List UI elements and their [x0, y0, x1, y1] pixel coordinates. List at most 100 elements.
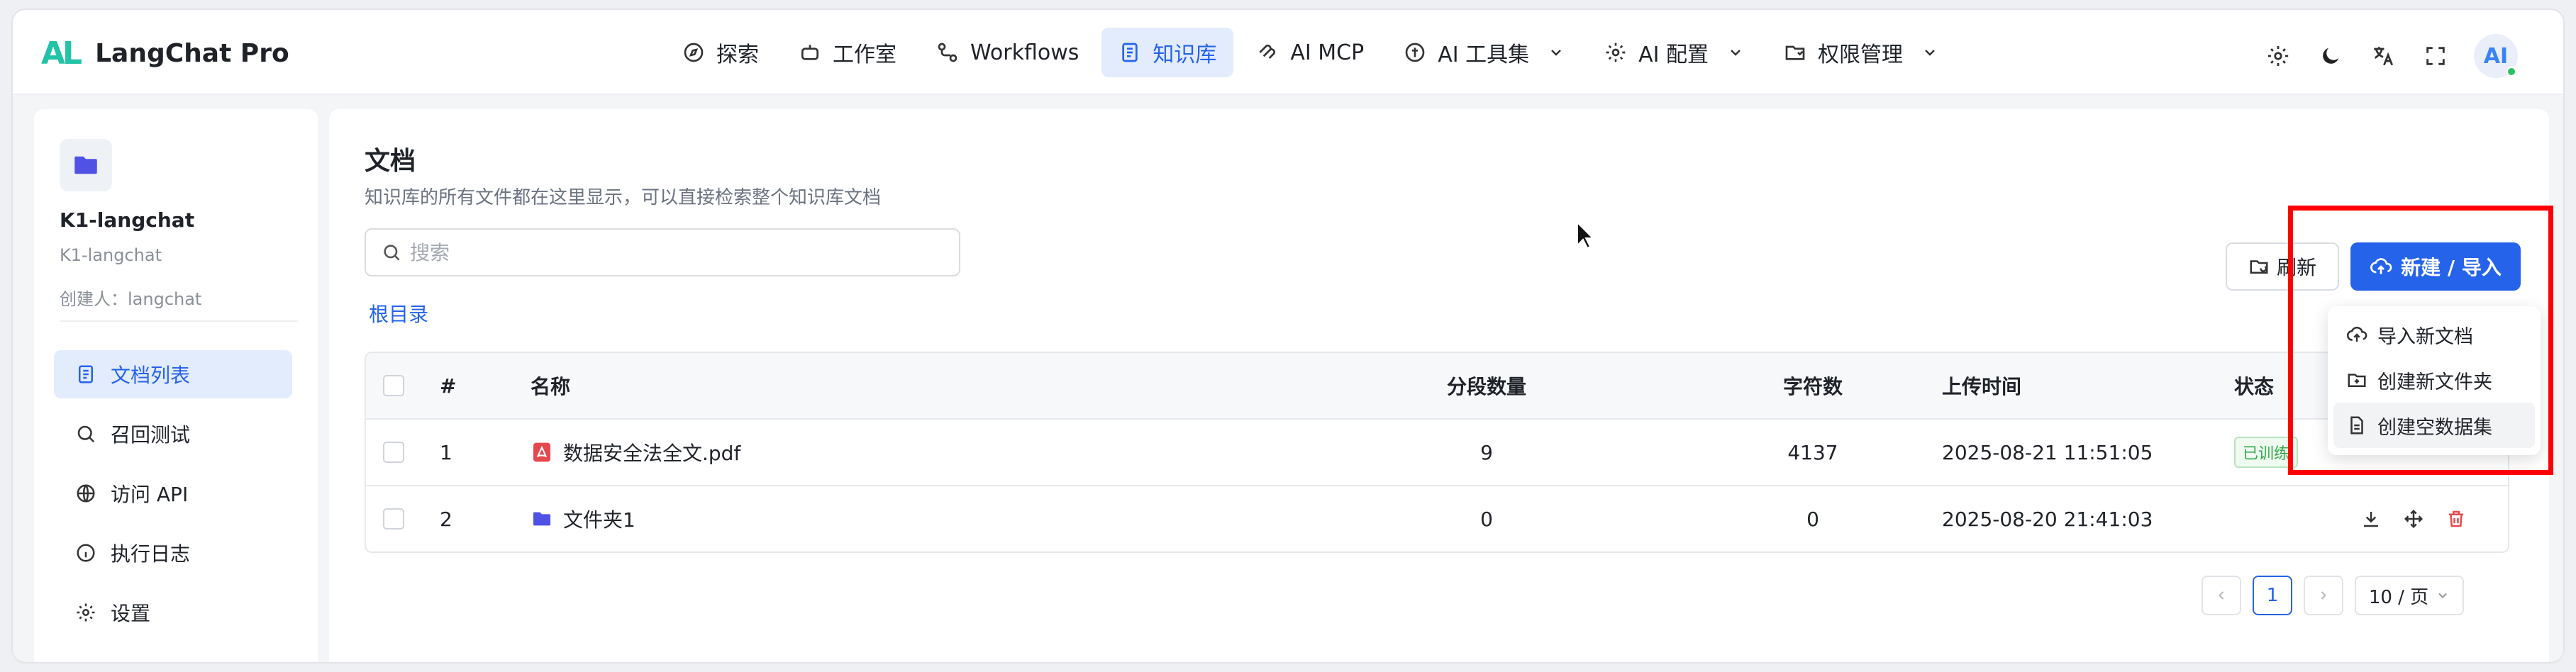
search-icon — [384, 245, 400, 261]
row-chars: 4137 — [1787, 440, 1838, 464]
nav-item-studio[interactable]: 工作室 — [782, 28, 914, 77]
sidebar-item-label: 设置 — [111, 602, 151, 625]
row-segments: 0 — [1480, 507, 1493, 531]
book-icon — [1122, 43, 1138, 62]
next-page-button[interactable] — [2304, 576, 2343, 615]
page-description: 知识库的所有文件都在这里显示，可以直接检索整个知识库文档 — [365, 187, 882, 208]
main-panel: 文档 知识库的所有文件都在这里显示，可以直接检索整个知识库文档 根目录 刷新 新… — [329, 109, 2549, 662]
sidebar-item-documents[interactable]: 文档列表 — [54, 350, 292, 398]
chevron-down-icon — [1551, 50, 1562, 56]
nav-label: 知识库 — [1153, 43, 1217, 67]
chevron-right-icon — [2321, 591, 2326, 600]
tool-icon — [1405, 43, 1425, 62]
sidebar-item-label: 召回测试 — [111, 423, 191, 447]
search-input[interactable] — [410, 240, 949, 264]
header-segments: 分段数量 — [1446, 375, 1526, 398]
row-checkbox[interactable] — [383, 442, 404, 463]
sidebar-item-logs[interactable]: 执行日志 — [54, 529, 292, 577]
chevron-down-icon — [1925, 50, 1935, 56]
fullscreen-button[interactable] — [2421, 42, 2450, 70]
row-name-cell: 文件夹1 — [531, 486, 635, 551]
header-name: 名称 — [531, 375, 571, 398]
header-checkbox-cell — [383, 353, 404, 418]
page-size-value: 10 / 页 — [2368, 586, 2429, 608]
select-all-checkbox[interactable] — [383, 375, 404, 396]
folder-icon — [533, 512, 550, 526]
table-row[interactable]: 2 文件夹1 0 0 2025-08-20 21:41:03 — [366, 485, 2508, 551]
row-checkbox[interactable] — [383, 508, 404, 530]
pagination: 1 10 / 页 — [2202, 576, 2464, 615]
row-name[interactable]: 文件夹1 — [563, 505, 635, 533]
highlight-box — [2288, 206, 2553, 475]
pdf-file-icon — [533, 442, 550, 462]
knowledge-base-creator: 创建人：langchat — [60, 289, 202, 309]
divider — [60, 320, 298, 322]
row-checkbox-cell — [383, 420, 404, 485]
theme-toggle-button[interactable] — [2316, 42, 2345, 70]
nav-item-knowledge-base[interactable]: 知识库 — [1101, 28, 1234, 77]
page-title: 文档 — [365, 147, 416, 176]
app-window: AL LangChat Pro 探索 工作室 Workflows 知识库 AI … — [13, 10, 2563, 662]
avatar-text: AI — [2483, 43, 2509, 69]
chevron-down-icon — [1731, 50, 1741, 56]
header-num: # — [440, 374, 457, 398]
language-button[interactable] — [2369, 42, 2397, 70]
settings-button[interactable] — [2264, 42, 2292, 70]
logo-mark: AL — [41, 35, 82, 72]
move-icon[interactable] — [2403, 508, 2424, 530]
bot-icon — [801, 45, 818, 60]
compass-icon — [684, 43, 704, 62]
nav-label: AI 配置 — [1638, 43, 1709, 67]
nav-label: AI MCP — [1290, 40, 1365, 65]
sidebar-item-recall-test[interactable]: 召回测试 — [54, 410, 292, 458]
top-nav: 探索 工作室 Workflows 知识库 AI MCP AI 工具集 AI 配置… — [665, 28, 1961, 77]
gear-icon — [77, 603, 95, 622]
row-num: 2 — [440, 507, 453, 531]
folder-icon — [74, 156, 97, 174]
row-chars: 0 — [1806, 507, 1819, 531]
row-name[interactable]: 数据安全法全文.pdf — [563, 438, 740, 466]
nav-label: Workflows — [970, 40, 1079, 65]
search-box[interactable] — [365, 228, 960, 276]
table-row[interactable]: 1 数据安全法全文.pdf 9 4137 2025-08-21 11:51:05… — [366, 418, 2508, 485]
row-actions — [2360, 486, 2488, 551]
nav-item-ai-mcp[interactable]: AI MCP — [1239, 28, 1381, 77]
sidebar-item-api[interactable]: 访问 API — [54, 469, 292, 517]
nav-item-ai-config[interactable]: AI 配置 — [1587, 28, 1761, 77]
document-list-icon — [79, 365, 93, 383]
nav-item-explore[interactable]: 探索 — [665, 28, 776, 77]
nav-label: AI 工具集 — [1438, 43, 1530, 67]
breadcrumb-root[interactable]: 根目录 — [369, 299, 428, 327]
shield-folder-icon — [1785, 45, 1805, 60]
page-1-button[interactable]: 1 — [2253, 576, 2292, 615]
delete-icon[interactable] — [2445, 508, 2467, 530]
app-logo[interactable]: AL LangChat Pro — [41, 35, 289, 72]
download-icon[interactable] — [2360, 508, 2382, 530]
row-num: 1 — [440, 440, 453, 464]
chevron-left-icon — [2219, 591, 2224, 600]
nav-item-workflows[interactable]: Workflows — [919, 28, 1096, 77]
nav-item-permissions[interactable]: 权限管理 — [1767, 28, 1955, 77]
row-checkbox-cell — [383, 486, 404, 551]
row-time: 2025-08-21 11:51:05 — [1942, 440, 2153, 464]
app-name: LangChat Pro — [95, 39, 289, 68]
translate-icon — [2374, 47, 2394, 66]
page-size-select[interactable]: 10 / 页 — [2355, 576, 2464, 615]
header-actions: AI — [2240, 34, 2518, 78]
row-time: 2025-08-20 21:41:03 — [1942, 507, 2153, 531]
sidebar-item-settings[interactable]: 设置 — [54, 588, 292, 637]
knowledge-base-icon — [60, 139, 112, 191]
knowledge-base-subtitle: K1-langchat — [60, 245, 162, 265]
search-icon — [77, 425, 95, 443]
nav-label: 探索 — [716, 43, 759, 67]
header-upload-time: 上传时间 — [1942, 375, 2022, 398]
header-status: 状态 — [2234, 375, 2275, 398]
top-header: AL LangChat Pro 探索 工作室 Workflows 知识库 AI … — [13, 10, 2563, 95]
row-name-cell: 数据安全法全文.pdf — [531, 420, 740, 485]
gear-icon — [1606, 43, 1626, 62]
avatar[interactable]: AI — [2474, 34, 2518, 78]
sidebar: K1-langchat K1-langchat 创建人：langchat 文档列… — [34, 109, 318, 662]
documents-table: # 名称 分段数量 字符数 上传时间 状态 1 数据安全法全文.pdf 9 41… — [365, 352, 2509, 553]
prev-page-button[interactable] — [2202, 576, 2241, 615]
nav-item-ai-tools[interactable]: AI 工具集 — [1387, 28, 1582, 77]
